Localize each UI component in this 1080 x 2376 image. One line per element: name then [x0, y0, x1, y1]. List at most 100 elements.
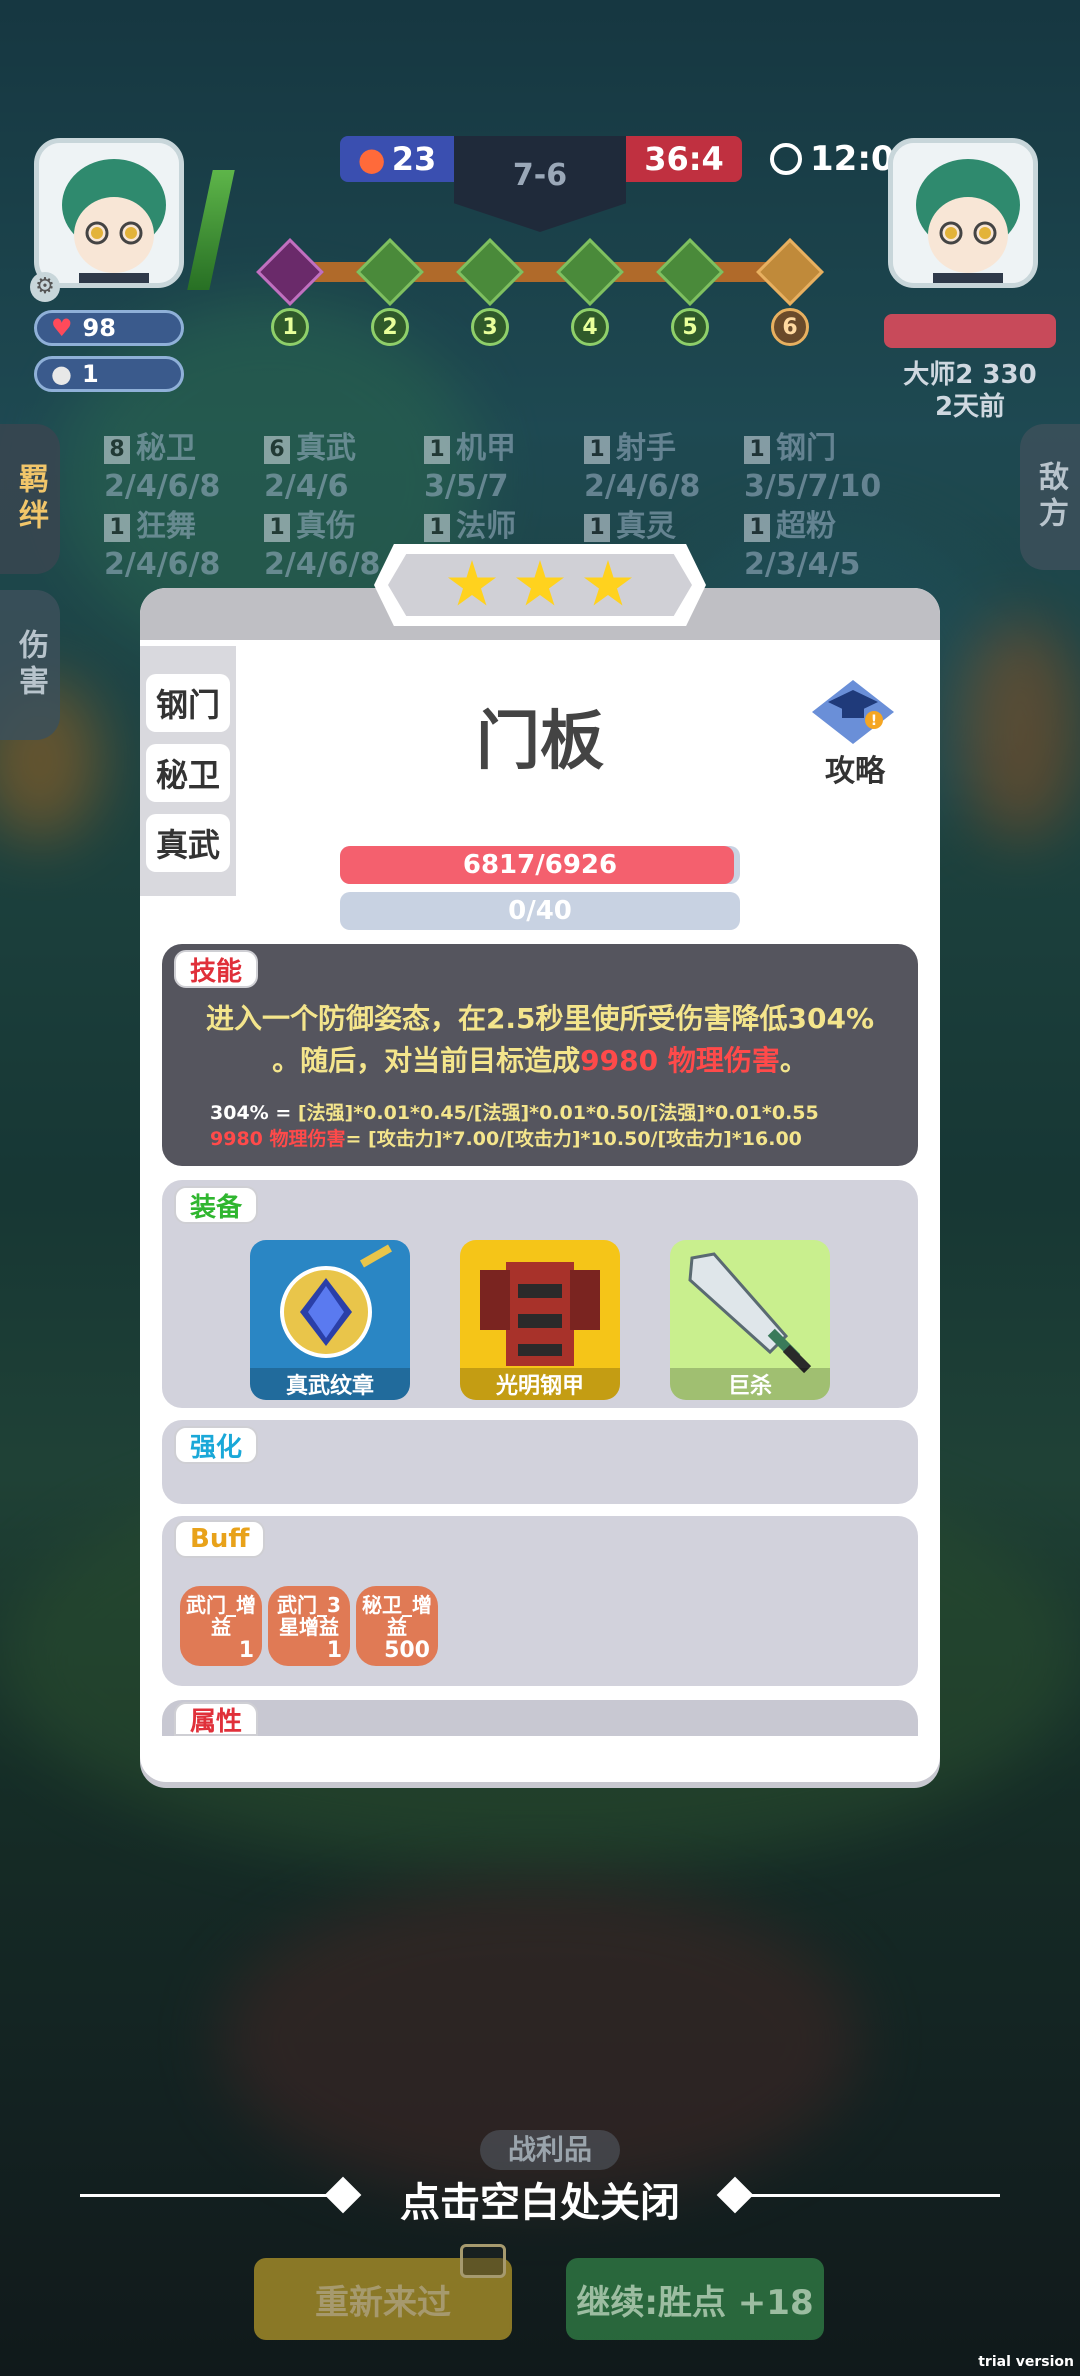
attributes-tag: 属性 [174, 1702, 259, 1737]
synergy-item: 6 真武 2/4/6 [264, 430, 356, 506]
settings-gear-icon[interactable]: ⚙ [30, 272, 60, 302]
hearts-pill: ♥ 98 [34, 310, 184, 346]
flame-icon: ● [357, 140, 386, 178]
opponent-avatar[interactable] [888, 138, 1038, 288]
guide-label[interactable]: 攻略 [800, 746, 910, 790]
stage-num-2: 2 [371, 308, 409, 346]
player-avatar[interactable] [34, 138, 184, 288]
synergy-tiers: 3/5/7/10 [744, 469, 882, 504]
tab-bond[interactable]: 羁绊 [0, 424, 60, 574]
buff-chip[interactable]: 武门_3星增益 1 [268, 1586, 350, 1666]
video-icon [460, 2244, 506, 2278]
equipment-slot-sword[interactable]: 巨杀 [670, 1240, 830, 1400]
buff-chip[interactable]: 秘卫_增益 500 [356, 1586, 438, 1666]
equipment-name: 巨杀 [670, 1368, 830, 1400]
round-value: 7-6 [512, 158, 568, 193]
synergy-item: 1 射手 2/4/6/8 [584, 430, 700, 506]
synergy-count: 1 [584, 435, 610, 464]
coins-value: 1 [81, 360, 99, 388]
trait-button[interactable]: 秘卫 [146, 744, 230, 802]
synergy-count: 1 [424, 435, 450, 464]
synergy-name: 狂舞 [136, 509, 196, 544]
opponent-portrait-icon [893, 143, 1033, 283]
synergy-tiers: 2/4/6/8 [264, 547, 381, 582]
hero-name: 门板 [476, 705, 604, 779]
attributes-section [162, 1700, 918, 1736]
continue-button-label: 继续:胜点 +18 [576, 2282, 814, 2323]
heart-icon: ♥ [51, 314, 73, 342]
mana-bar: 0/40 [340, 892, 740, 930]
left-score-value: 23 [391, 140, 437, 178]
synergy-count: 1 [424, 513, 450, 542]
synergy-tiers: 2/4/6/8 [104, 547, 221, 582]
skill-damage-highlight: 9980 物理伤害 [580, 1044, 780, 1077]
timer: 12:0 [770, 136, 895, 182]
synergy-tiers: 3/5/7 [424, 469, 509, 504]
close-hint-line-right [740, 2194, 1000, 2197]
star-icon [448, 560, 496, 606]
buff-label: 武门_增益 [186, 1593, 256, 1639]
skill-line-1: 进入一个防御姿态，在2.5秒里使所受伤害降低304% [205, 1002, 875, 1035]
skill-line-2c: 。 [779, 1044, 808, 1077]
right-score: 36:4 [626, 136, 742, 182]
coin-icon: ● [51, 360, 72, 388]
continue-button[interactable]: 继续:胜点 +18 [566, 2258, 824, 2340]
synergy-name: 真武 [296, 431, 356, 466]
skill-description: 进入一个防御姿态，在2.5秒里使所受伤害降低304% 。随后，对当前目标造成99… [200, 998, 880, 1082]
tab-enemy[interactable]: 敌方 [1020, 424, 1080, 570]
hearts-value: 98 [82, 314, 116, 342]
buff-tag: Buff [174, 1520, 266, 1558]
right-score-value: 36:4 [644, 140, 724, 178]
synergy-item: 1 真灵 [584, 508, 676, 546]
opponent-health-bar [884, 314, 1056, 348]
stage-num-3: 3 [471, 308, 509, 346]
star-icon [516, 560, 564, 606]
synergy-item: 1 狂舞 2/4/6/8 [104, 508, 220, 584]
trait-button[interactable]: 钢门 [146, 674, 230, 732]
synergy-count: 1 [744, 513, 770, 542]
skill-tag: 技能 [174, 950, 259, 988]
skill-line-2a: 。随后，对当前目标造成 [272, 1044, 581, 1077]
equipment-tag: 装备 [174, 1186, 259, 1224]
equipment-name: 光明钢甲 [460, 1368, 620, 1400]
buff-label: 秘卫_增益 [362, 1593, 432, 1639]
synergy-name: 射手 [616, 431, 676, 466]
synergy-tiers: 2/4/6/8 [104, 469, 221, 504]
synergy-count: 1 [104, 513, 130, 542]
star-rating [388, 554, 692, 616]
retry-button[interactable]: 重新来过 [254, 2244, 512, 2340]
synergy-count: 8 [104, 435, 130, 464]
star-icon [584, 560, 632, 606]
synergy-item: 1 法师 [424, 508, 516, 546]
buff-chip[interactable]: 武门_增益 1 [180, 1586, 262, 1666]
formula-2-label: 9980 物理伤害 [210, 1128, 346, 1150]
synergy-tiers: 2/4/6/8 [584, 469, 701, 504]
stage-num-4: 4 [571, 308, 609, 346]
synergy-name: 真灵 [616, 509, 676, 544]
synergy-tiers: 2/3/4/5 [744, 547, 861, 582]
skill-formula-1: 304% = [法强]*0.01*0.45/[法强]*0.01*0.50/[法强… [210, 1098, 819, 1125]
skill-formula-2: 9980 物理伤害= [攻击力]*7.00/[攻击力]*10.50/[攻击力]*… [210, 1124, 802, 1151]
equipment-slot-armor[interactable]: 光明钢甲 [460, 1240, 620, 1400]
trait-button[interactable]: 真武 [146, 814, 230, 872]
enhance-tag: 强化 [174, 1426, 259, 1464]
retry-button-label: 重新来过 [315, 2282, 451, 2323]
enhance-section [162, 1420, 918, 1504]
synergy-item: 1 钢门 3/5/7/10 [744, 430, 881, 506]
synergy-count: 1 [744, 435, 770, 464]
timer-value: 12:0 [810, 139, 895, 179]
tab-damage[interactable]: 伤害 [0, 590, 60, 740]
synergy-count: 1 [264, 513, 290, 542]
guide-button[interactable]: ! [808, 676, 898, 746]
synergy-item: 1 超粉 2/3/4/5 [744, 508, 860, 584]
stage-num-5: 5 [671, 308, 709, 346]
synergy-name: 真伤 [296, 509, 356, 544]
opponent-last-seen: 2天前 [934, 392, 1006, 422]
hp-text: 6817/6926 [462, 850, 618, 880]
coins-pill: ● 1 [34, 356, 184, 392]
synergy-tiers: 2/4/6 [264, 469, 349, 504]
close-hint[interactable]: 点击空白处关闭 [300, 2170, 780, 2228]
equipment-slot-emblem[interactable]: 真武纹章 [250, 1240, 410, 1400]
clock-icon [770, 143, 802, 175]
formula-1-expr: [法强]*0.01*0.45/[法强]*0.01*0.50/[法强]*0.01*… [297, 1102, 819, 1124]
